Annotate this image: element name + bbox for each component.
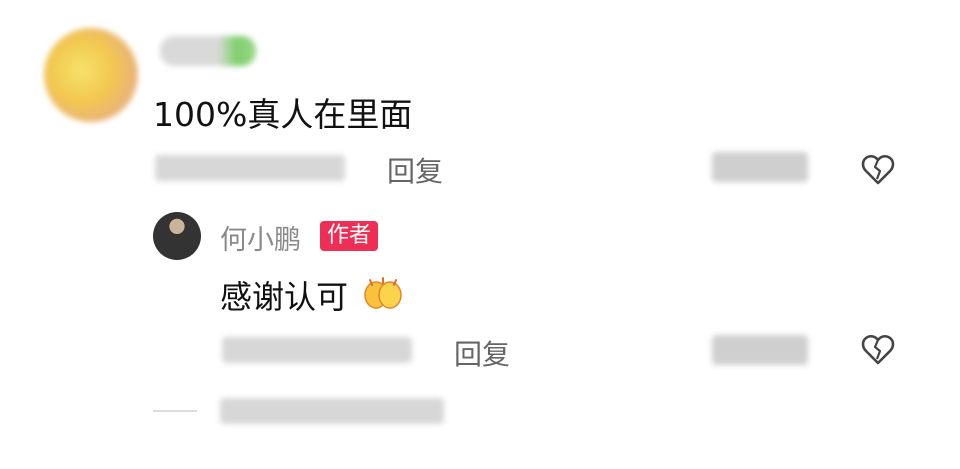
reply-text: 感谢认可 [220, 278, 349, 316]
reply-reply-button[interactable]: 回复 [454, 333, 510, 373]
comment-text: 100%真人在里面 [153, 95, 413, 134]
comment-reply-button[interactable]: 回复 [387, 150, 443, 190]
comment-like-count [712, 152, 808, 182]
clapping-hands-emoji [364, 277, 402, 309]
commenter-name[interactable] [160, 36, 256, 66]
heart-icon[interactable] [860, 332, 896, 368]
reply-timestamp [222, 337, 412, 363]
author-badge: 作者 [320, 221, 379, 251]
reply-like-count [712, 335, 808, 365]
author-name[interactable]: 何小鹏 [220, 218, 301, 257]
expand-replies-button[interactable] [220, 398, 444, 424]
heart-icon[interactable] [860, 152, 896, 188]
expand-divider [153, 410, 197, 412]
comment-timestamp [155, 155, 345, 181]
commenter-avatar[interactable] [44, 28, 138, 122]
author-avatar[interactable] [153, 212, 201, 260]
